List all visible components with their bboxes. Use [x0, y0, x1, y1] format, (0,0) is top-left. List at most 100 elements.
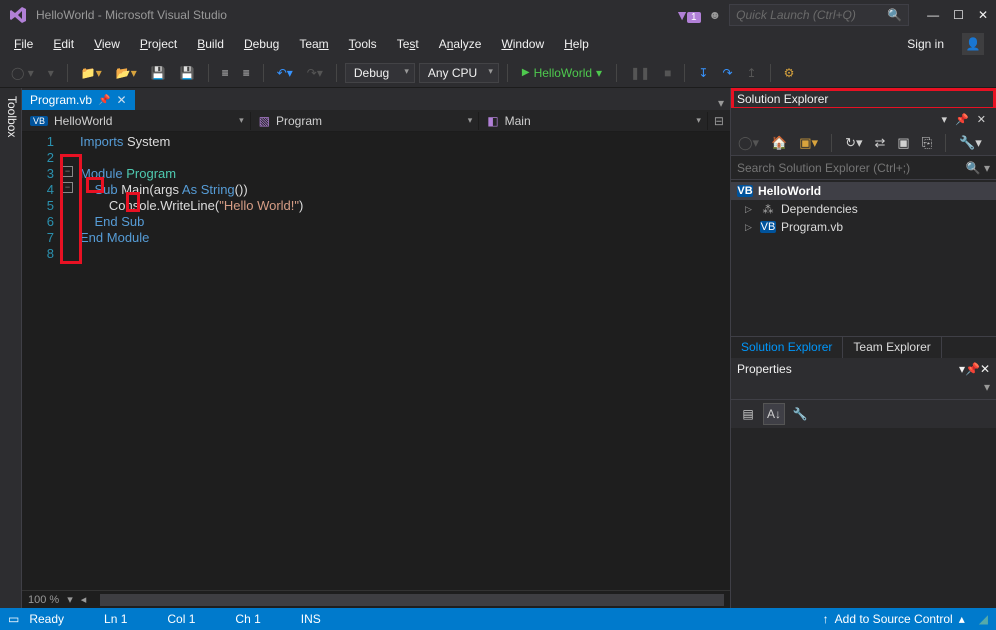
menu-build[interactable]: Build	[187, 33, 234, 55]
panel-pin-icon[interactable]: 📌	[951, 113, 973, 126]
menu-file[interactable]: File	[4, 33, 43, 55]
pause-button[interactable]: ❚❚	[625, 63, 655, 83]
window-title: HelloWorld - Microsoft Visual Studio	[36, 8, 675, 22]
user-icon[interactable]: 👤	[962, 33, 984, 55]
panel-close-icon[interactable]: ✕	[980, 362, 990, 376]
output-window-icon[interactable]: ▭	[8, 612, 19, 626]
save-all-button[interactable]: 💾	[175, 63, 200, 83]
tree-item-program[interactable]: ▷ VB Program.vb	[731, 218, 996, 236]
stop-button[interactable]: ■	[659, 63, 676, 83]
file-tabs-overflow-icon[interactable]: ▾	[712, 96, 730, 110]
menu-help[interactable]: Help	[554, 33, 599, 55]
sync-icon[interactable]: ▣▾	[796, 133, 821, 153]
zoom-dropdown-icon[interactable]: ▾	[67, 593, 73, 606]
minimize-button[interactable]: —	[927, 8, 939, 22]
categorized-button[interactable]: ▤	[737, 403, 759, 425]
copy-icon[interactable]: ⎘	[919, 133, 935, 153]
platform-dropdown[interactable]: Any CPU	[419, 63, 499, 83]
back-icon[interactable]: ◯▾	[735, 133, 762, 153]
save-button[interactable]: 💾	[146, 63, 171, 83]
nav-project-dropdown[interactable]: VB HelloWorld	[22, 112, 251, 130]
nav-type-dropdown[interactable]: ▧ Program	[251, 112, 480, 130]
feedback-icon[interactable]: ☻	[709, 8, 722, 22]
property-pages-button[interactable]: 🔧	[789, 403, 811, 425]
scroll-left-icon[interactable]: ◂	[81, 593, 87, 606]
menu-project[interactable]: Project	[130, 33, 187, 55]
expand-icon[interactable]: ▷	[745, 222, 755, 233]
show-all-icon[interactable]: ▣	[894, 133, 912, 153]
undo-button[interactable]: ↶▾	[272, 63, 298, 83]
step-into-button[interactable]: ↧	[693, 63, 713, 83]
config-manager-button[interactable]: ⚙	[779, 63, 800, 83]
home-icon[interactable]: 🏠	[768, 133, 790, 153]
redo-button[interactable]: ↷▾	[302, 63, 328, 83]
new-project-button[interactable]: 📁▾	[76, 63, 107, 83]
source-control-dropdown-icon[interactable]: ▴	[959, 612, 965, 626]
quick-launch-input[interactable]: Quick Launch (Ctrl+Q) 🔍	[729, 4, 909, 26]
split-editor-icon[interactable]: ⊟	[708, 114, 730, 128]
menu-window[interactable]: Window	[491, 33, 554, 55]
open-file-button[interactable]: 📂▾	[111, 63, 142, 83]
collapse-all-icon[interactable]: ⇄	[872, 133, 889, 153]
tree-item-dependencies[interactable]: ▷ ⁂ Dependencies	[731, 200, 996, 218]
solution-search-input[interactable]	[737, 161, 966, 175]
code-content[interactable]: Imports System Module Program Sub Main(a…	[76, 132, 730, 590]
outdent-button[interactable]: ≡	[238, 63, 255, 83]
nav-bar: VB HelloWorld ▧ Program ◧ Main ⊟	[22, 110, 730, 132]
config-dropdown[interactable]: Debug	[345, 63, 415, 83]
menu-test[interactable]: Test	[387, 33, 429, 55]
signin-button[interactable]: Sign in	[897, 33, 954, 55]
step-out-button[interactable]: ↥	[742, 63, 762, 83]
code-editor[interactable]: 12345678 − − Imports System Module Progr…	[22, 132, 730, 590]
expand-icon[interactable]: ▷	[745, 204, 755, 215]
notification-badge: 1	[687, 12, 701, 23]
menu-view[interactable]: View	[84, 33, 130, 55]
panel-dropdown-icon[interactable]: ▾	[938, 113, 952, 126]
menu-edit[interactable]: Edit	[43, 33, 84, 55]
solution-tree[interactable]: VB HelloWorld ▷ ⁂ Dependencies ▷ VB Prog…	[731, 180, 996, 336]
panel-pin-icon[interactable]: 📌	[965, 362, 980, 376]
solution-search[interactable]: 🔍 ▾	[731, 156, 996, 180]
menu-team[interactable]: Team	[289, 33, 338, 55]
properties-grid[interactable]	[731, 428, 996, 608]
start-debug-button[interactable]: HelloWorld ▾	[516, 64, 608, 82]
refresh-icon[interactable]: ↻▾	[842, 133, 865, 153]
panel-tabs: Solution Explorer Team Explorer	[731, 336, 996, 358]
horizontal-scrollbar[interactable]	[100, 594, 724, 606]
editor-area: Program.vb 📌 ✕ ▾ VB HelloWorld ▧ Program…	[22, 88, 730, 608]
solution-explorer-toolbar: ◯▾ 🏠 ▣▾ ↻▾ ⇄ ▣ ⎘ 🔧▾	[731, 130, 996, 156]
properties-object-dropdown[interactable]: ▾	[731, 380, 996, 400]
tree-root-label: HelloWorld	[758, 184, 821, 198]
main-toolbar: ◯ ▾ ▾ 📁▾ 📂▾ 💾 💾 ≡ ≡ ↶▾ ↷▾ Debug Any CPU …	[0, 58, 996, 88]
resize-grip-icon[interactable]: ◢	[979, 612, 988, 626]
properties-icon[interactable]: 🔧▾	[956, 133, 985, 153]
zoom-level[interactable]: 100 %	[28, 594, 59, 606]
module-icon: ▧	[259, 114, 270, 128]
notification-flag-icon[interactable]: ▼1	[675, 7, 700, 23]
tab-team-explorer[interactable]: Team Explorer	[843, 337, 941, 358]
close-tab-icon[interactable]: ✕	[116, 93, 126, 107]
publish-icon[interactable]: ↑	[823, 612, 829, 626]
alphabetical-button[interactable]: A↓	[763, 403, 785, 425]
source-control-button[interactable]: Add to Source Control	[835, 612, 953, 626]
nav-back-button[interactable]: ◯ ▾	[6, 63, 39, 83]
nav-forward-button[interactable]: ▾	[43, 63, 59, 83]
close-button[interactable]: ✕	[978, 8, 988, 22]
tab-solution-explorer[interactable]: Solution Explorer	[731, 337, 843, 358]
indent-button[interactable]: ≡	[217, 63, 234, 83]
fold-column[interactable]: − −	[62, 132, 76, 590]
toolbox-panel-tab[interactable]: Toolbox	[0, 88, 22, 608]
panel-close-icon[interactable]: ✕	[973, 113, 990, 126]
fold-toggle-icon[interactable]: −	[62, 166, 73, 177]
fold-toggle-icon[interactable]: −	[62, 182, 73, 193]
nav-member-dropdown[interactable]: ◧ Main	[479, 112, 708, 130]
file-tab-program[interactable]: Program.vb 📌 ✕	[22, 90, 135, 110]
pin-icon[interactable]: 📌	[98, 95, 110, 106]
menu-analyze[interactable]: Analyze	[429, 33, 492, 55]
status-ready: Ready	[29, 612, 64, 626]
tree-root[interactable]: VB HelloWorld	[731, 182, 996, 200]
menu-debug[interactable]: Debug	[234, 33, 289, 55]
maximize-button[interactable]: ☐	[953, 8, 964, 22]
step-over-button[interactable]: ↷	[717, 63, 737, 83]
menu-tools[interactable]: Tools	[339, 33, 387, 55]
